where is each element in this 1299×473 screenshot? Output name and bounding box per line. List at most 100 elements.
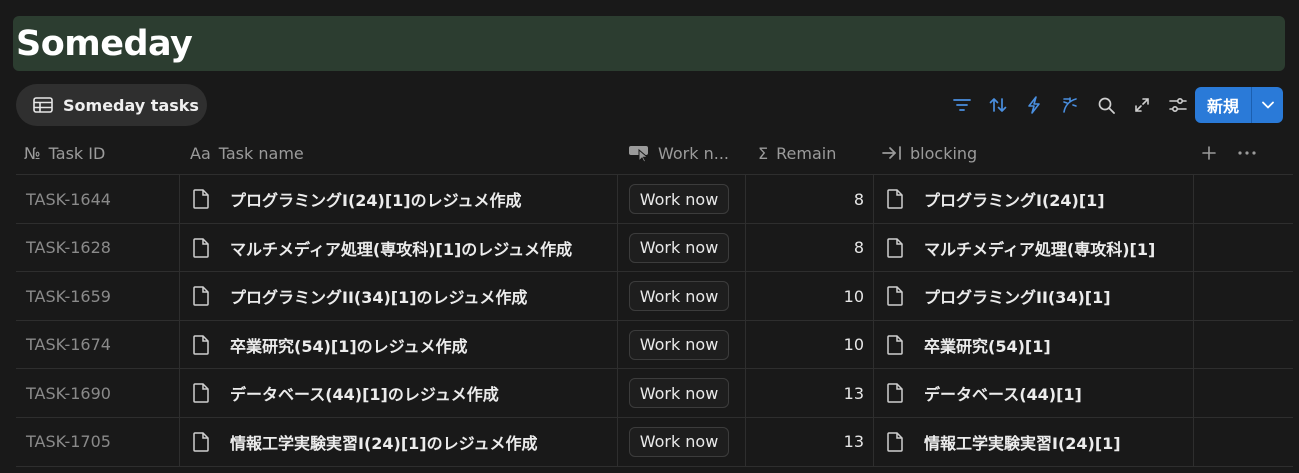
header-remain-label: Remain [776,143,837,163]
ai-icon[interactable] [1052,92,1088,118]
add-property-button[interactable] [1202,131,1216,175]
page-icon [192,335,220,355]
table-row[interactable]: TASK-1659 プログラミングII(34)[1]のレジュメ作成 Work now… [16,272,1293,321]
work-now-cell: Work now [629,272,729,320]
task-name-text[interactable]: プログラミングI(24)[1]のレジュメ作成 [230,187,521,211]
toolbar [944,92,1196,118]
column-divider [873,417,874,466]
page-icon [886,189,914,209]
task-id-cell: TASK-1674 [26,335,111,355]
column-divider [617,417,618,466]
remain-cell: 8 [853,189,864,209]
remain-cell: 10 [843,286,864,306]
page-icon [886,432,914,452]
expand-icon[interactable] [1124,92,1160,118]
search-icon[interactable] [1088,92,1124,118]
header-remain[interactable]: Σ Remain [758,131,836,175]
task-table: № Task ID Aa Task name Work n... Σ Remai… [16,131,1293,467]
task-name-cell[interactable]: データベース(44)[1]のレジュメ作成 [192,369,499,417]
table-row[interactable]: TASK-1674 卒業研究(54)[1]のレジュメ作成 Work now 10 卒業研… [16,320,1293,370]
new-button[interactable]: 新規 [1195,87,1283,123]
remain-cell: 10 [843,335,864,355]
task-name-text[interactable]: マルチメディア処理(専攻科)[1]のレジュメ作成 [230,236,572,260]
header-work-now-label: Work n... [658,143,729,163]
column-divider [617,320,618,369]
settings-icon[interactable] [1160,92,1196,118]
blocking-cell[interactable]: 情報工学実験実習I(24)[1] [886,418,1121,466]
blocking-link[interactable]: データベース(44)[1] [924,381,1082,405]
work-now-button[interactable]: Work now [629,184,729,214]
header-task-name[interactable]: Aa Task name [190,131,304,175]
more-options-button[interactable] [1238,131,1256,175]
arrow-to-line-icon [882,146,902,160]
column-divider [1193,369,1194,417]
new-dropdown-button[interactable] [1252,87,1283,123]
work-now-button[interactable]: Work now [629,232,729,263]
page: Someday Someday tasks 新規 № Task ID Aa Ta… [0,0,1299,473]
blocking-link[interactable]: 卒業研究(54)[1] [924,333,1051,357]
work-now-button[interactable]: Work now [629,426,729,457]
work-now-button[interactable]: Work now [629,281,729,312]
button-pointer-icon [628,144,650,162]
table-row[interactable]: TASK-1644 プログラミングI(24)[1]のレジュメ作成 Work now 8… [16,175,1293,224]
column-divider [179,175,180,223]
blocking-cell[interactable]: マルチメディア処理(専攻科)[1] [886,224,1155,272]
task-name-text[interactable]: データベース(44)[1]のレジュメ作成 [230,381,499,405]
blocking-link[interactable]: マルチメディア処理(専攻科)[1] [924,236,1155,260]
blocking-cell[interactable]: データベース(44)[1] [886,369,1082,417]
column-divider [1193,175,1194,223]
table-row[interactable]: TASK-1705 情報工学実験実習I(24)[1]のレジュメ作成 Work now… [16,417,1293,467]
work-now-cell: Work now [629,418,729,466]
plus-icon [1202,146,1216,160]
page-icon [886,286,914,306]
task-name-cell[interactable]: 卒業研究(54)[1]のレジュメ作成 [192,321,468,369]
blocking-cell[interactable]: プログラミングII(34)[1] [886,272,1111,320]
task-id-cell: TASK-1705 [26,432,111,452]
task-name-text[interactable]: 情報工学実験実習I(24)[1]のレジュメ作成 [230,430,537,454]
column-divider [617,175,618,223]
column-divider [1193,223,1194,272]
blocking-cell[interactable]: プログラミングI(24)[1] [886,175,1105,223]
task-id-cell: TASK-1690 [26,383,111,403]
page-icon [192,432,220,452]
page-icon [886,335,914,355]
task-name-cell[interactable]: プログラミングII(34)[1]のレジュメ作成 [192,272,527,320]
column-divider [1193,417,1194,466]
work-now-cell: Work now [629,224,729,272]
ellipsis-icon [1238,151,1256,155]
header-task-id[interactable]: № Task ID [24,131,105,175]
task-name-cell[interactable]: プログラミングI(24)[1]のレジュメ作成 [192,175,521,223]
filter-icon[interactable] [944,92,980,118]
work-now-cell: Work now [629,321,729,369]
work-now-button[interactable]: Work now [629,329,729,360]
table-row[interactable]: TASK-1628 マルチメディア処理(専攻科)[1]のレジュメ作成 Work no… [16,223,1293,273]
column-divider [179,223,180,272]
column-divider [1193,320,1194,369]
task-name-cell[interactable]: 情報工学実験実習I(24)[1]のレジュメ作成 [192,418,537,466]
task-name-cell[interactable]: マルチメディア処理(専攻科)[1]のレジュメ作成 [192,224,572,272]
task-name-text[interactable]: プログラミングII(34)[1]のレジュメ作成 [230,284,527,308]
blocking-link[interactable]: プログラミングII(34)[1] [924,284,1111,308]
work-now-button[interactable]: Work now [629,378,729,409]
column-divider [873,272,874,320]
automation-icon[interactable] [1016,92,1052,118]
column-divider [873,320,874,369]
new-button-label[interactable]: 新規 [1195,87,1251,123]
blocking-link[interactable]: プログラミングI(24)[1] [924,187,1105,211]
header-work-now[interactable]: Work n... [628,131,729,175]
table-icon [33,97,53,113]
table-row[interactable]: TASK-1690 データベース(44)[1]のレジュメ作成 Work now 13 デ… [16,369,1293,418]
view-tab-someday-tasks[interactable]: Someday tasks [16,84,207,126]
blocking-link[interactable]: 情報工学実験実習I(24)[1] [924,430,1121,454]
task-name-text[interactable]: 卒業研究(54)[1]のレジュメ作成 [230,333,468,357]
header-blocking[interactable]: blocking [882,131,977,175]
blocking-cell[interactable]: 卒業研究(54)[1] [886,321,1051,369]
sort-icon[interactable] [980,92,1016,118]
header-task-name-label: Task name [218,143,304,163]
page-icon [886,383,914,404]
page-icon [192,189,220,209]
column-divider [873,175,874,223]
remain-cell: 13 [843,383,864,403]
header-blocking-label: blocking [910,143,978,163]
text-type-icon: Aa [190,143,211,163]
